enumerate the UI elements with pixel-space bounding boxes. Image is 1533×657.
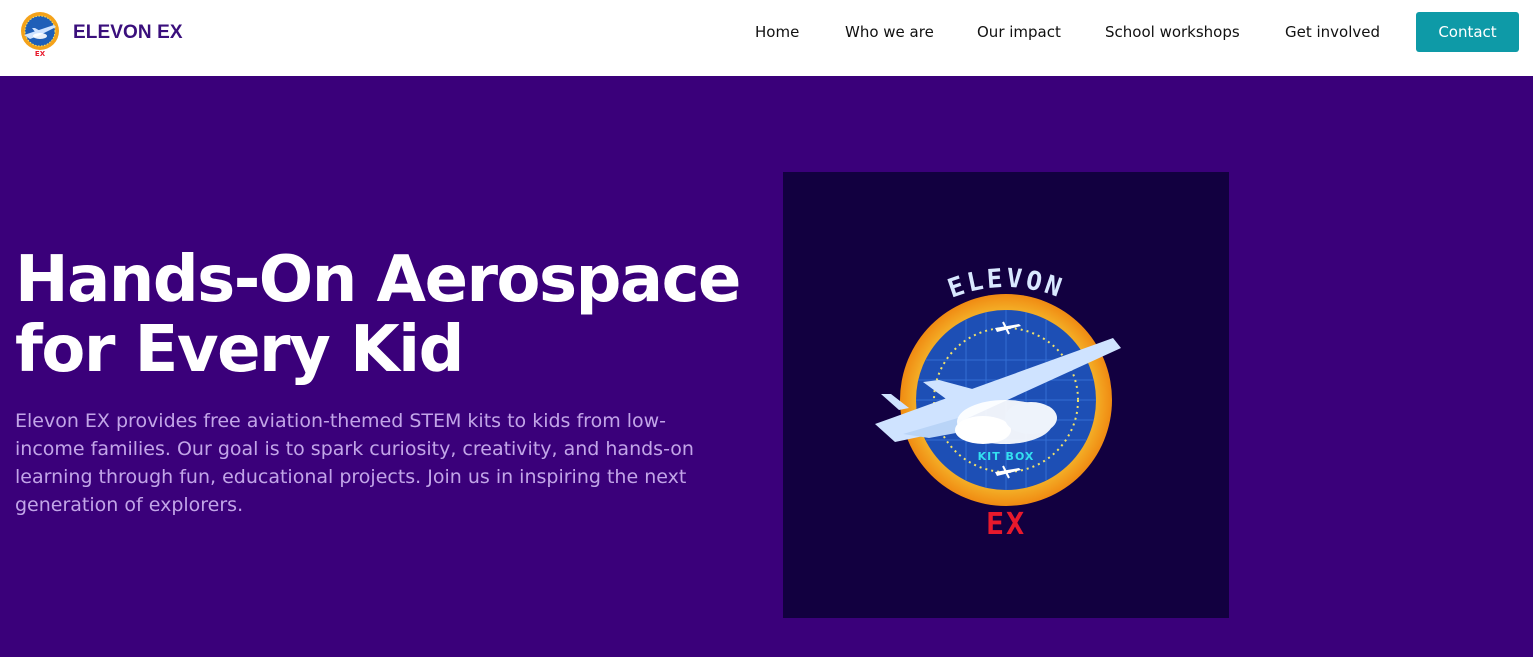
nav-who-we-are[interactable]: Who we are bbox=[845, 22, 934, 42]
nav-school-workshops[interactable]: School workshops bbox=[1105, 22, 1240, 42]
elevon-kit-box-badge-icon: ELEVON KIT BOX EX bbox=[875, 264, 1121, 542]
hero-description: Elevon EX provides free aviation-themed … bbox=[15, 410, 694, 516]
nav-our-impact[interactable]: Our impact bbox=[977, 22, 1061, 42]
hero-title-line-1: Hands-On Aerospace bbox=[15, 243, 741, 317]
brand-logo-ex-text: EX bbox=[35, 50, 46, 57]
hero-title: Hands-On Aerospace for Every Kid bbox=[15, 245, 775, 385]
nav-home[interactable]: Home bbox=[755, 22, 799, 42]
hero-kit-box-image: ELEVON KIT BOX EX bbox=[783, 172, 1229, 618]
brand-logo-link[interactable]: EX ELEVON EX bbox=[18, 9, 183, 57]
contact-button[interactable]: Contact bbox=[1416, 12, 1519, 52]
hero-title-line-2: for Every Kid bbox=[15, 313, 464, 387]
badge-kit-box-text: KIT BOX bbox=[978, 450, 1035, 463]
airplane-globe-logo-icon: EX bbox=[21, 12, 59, 57]
nav-get-involved[interactable]: Get involved bbox=[1285, 22, 1380, 42]
site-header: EX ELEVON EX Home Who we are Our impact … bbox=[0, 0, 1533, 76]
badge-ex-text: EX bbox=[986, 507, 1026, 542]
brand-name[interactable]: ELEVON EX bbox=[73, 22, 183, 44]
hero-section: Hands-On Aerospace for Every Kid Elevon … bbox=[0, 76, 1533, 657]
